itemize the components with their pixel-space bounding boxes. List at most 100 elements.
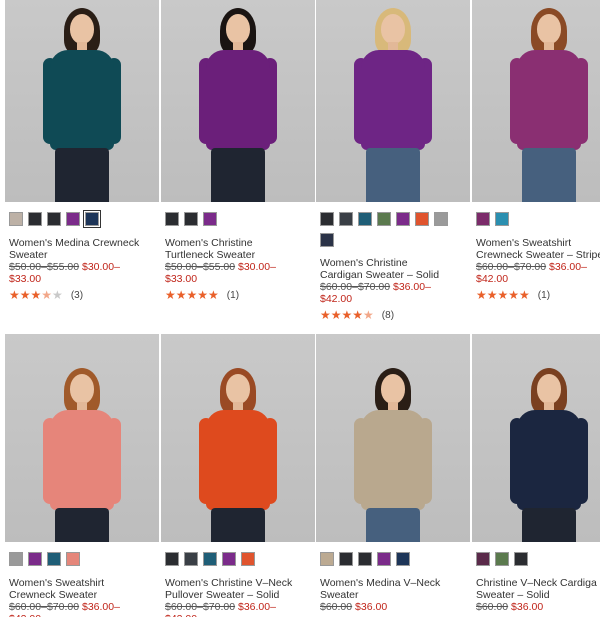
color-swatch[interactable] [358, 212, 372, 226]
color-swatch[interactable] [358, 552, 372, 566]
product-name-line1[interactable]: Women's Medina Crewneck [9, 237, 139, 249]
product-name-line1[interactable]: Women's Sweatshirt [476, 237, 571, 249]
color-swatch[interactable] [83, 210, 101, 228]
original-price: $60.00–$70.00 [320, 281, 391, 293]
color-swatch[interactable] [184, 212, 198, 226]
color-swatch[interactable] [339, 552, 353, 566]
product-name-line1[interactable]: Women's Christine V–Neck [165, 577, 292, 589]
product-name-line1[interactable]: Women's Christine [320, 257, 408, 269]
color-swatch[interactable] [320, 233, 334, 247]
product-card[interactable]: Women's Christine Cardigan Sweater – Soli… [316, 0, 470, 322]
star-rating[interactable]: ★★★★★ (1) [476, 288, 600, 302]
stars-icon: ★★★★★ [320, 308, 374, 322]
color-swatch[interactable] [495, 212, 509, 226]
color-swatch[interactable] [495, 552, 509, 566]
star-rating[interactable]: ★★★★★ (1) [165, 288, 315, 302]
product-name[interactable]: Women's Christine Cardigan Sweater – Soli… [320, 257, 470, 281]
color-swatch[interactable] [184, 552, 198, 566]
color-swatch[interactable] [415, 212, 429, 226]
product-name-line2[interactable]: Cardigan Sweater – Solid [320, 269, 439, 281]
color-swatch[interactable] [9, 212, 23, 226]
color-swatch[interactable] [203, 212, 217, 226]
product-name-line2[interactable]: Sweater [320, 589, 359, 601]
color-swatch[interactable] [514, 552, 528, 566]
product-price: $60.00 $36.00 [320, 601, 470, 613]
color-swatch[interactable] [47, 212, 61, 226]
product-card[interactable]: Women's Christine Turtleneck Sweater $50.0… [161, 0, 315, 302]
product-card[interactable]: Women's Sweatshirt Crewneck Sweater – Str… [472, 0, 600, 302]
color-swatch[interactable] [396, 552, 410, 566]
product-name-line2[interactable]: Sweater – Solid [476, 589, 550, 601]
color-swatch[interactable] [28, 212, 42, 226]
model-pants [211, 148, 265, 202]
product-name-line1[interactable]: Women's Sweatshirt [9, 577, 104, 589]
product-photo[interactable] [5, 0, 159, 202]
product-name-line1[interactable]: Women's Medina V–Neck [320, 577, 440, 589]
product-name-line2[interactable]: Pullover Sweater – Solid [165, 589, 279, 601]
product-card[interactable]: Women's Medina Crewneck Sweater $50.00–$55… [5, 0, 159, 302]
color-swatch[interactable] [28, 552, 42, 566]
model-pants [55, 508, 109, 542]
product-card[interactable]: Women's Christine V–Neck Pullover Sweater… [161, 334, 315, 617]
sale-price: $30.00– [238, 261, 276, 273]
product-name[interactable]: Christine V–Neck Cardiga Sweater – Solid [476, 577, 600, 601]
product-photo[interactable] [316, 0, 470, 202]
color-swatch[interactable] [396, 212, 410, 226]
color-swatch[interactable] [47, 552, 61, 566]
product-name[interactable]: Women's Medina V–Neck Sweater [320, 577, 470, 601]
product-name[interactable]: Women's Sweatshirt Crewneck Sweater – Str… [476, 237, 600, 261]
color-swatch[interactable] [66, 552, 80, 566]
product-name-line2[interactable]: Crewneck Sweater [9, 589, 97, 601]
color-swatch[interactable] [377, 552, 391, 566]
color-swatch[interactable] [320, 212, 334, 226]
review-count[interactable]: (1) [538, 290, 550, 301]
product-photo[interactable] [161, 0, 315, 202]
color-swatch[interactable] [434, 212, 448, 226]
review-count[interactable]: (8) [382, 310, 394, 321]
product-photo[interactable] [472, 0, 600, 202]
product-photo[interactable] [472, 334, 600, 542]
model-pants [55, 148, 109, 202]
product-name-line2[interactable]: Sweater [9, 249, 48, 261]
color-swatch[interactable] [476, 552, 490, 566]
product-name-line1[interactable]: Christine V–Neck Cardiga [476, 577, 597, 589]
product-name[interactable]: Women's Christine Turtleneck Sweater [165, 237, 315, 261]
sale-price-max: $33.00 [165, 273, 198, 285]
color-swatch[interactable] [377, 212, 391, 226]
color-swatch[interactable] [9, 552, 23, 566]
product-card[interactable]: Women's Medina V–Neck Sweater $60.00 $36.0… [316, 334, 470, 613]
product-grid: Women's Medina Crewneck Sweater $50.00–$55… [0, 0, 600, 617]
color-swatch[interactable] [241, 552, 255, 566]
product-card[interactable]: Women's Sweatshirt Crewneck Sweater $60.00… [5, 334, 159, 617]
product-card[interactable]: Christine V–Neck Cardiga Sweater – Solid $… [472, 334, 600, 613]
review-count[interactable]: (1) [227, 290, 239, 301]
color-swatch[interactable] [339, 212, 353, 226]
product-name[interactable]: Women's Medina Crewneck Sweater [9, 237, 159, 261]
color-swatch[interactable] [66, 212, 80, 226]
sale-price: $30.00– [82, 261, 120, 273]
sale-price-max: $33.00 [9, 273, 42, 285]
color-swatch[interactable] [203, 552, 217, 566]
color-swatch[interactable] [476, 212, 490, 226]
star-rating[interactable]: ★★★★★ (8) [320, 308, 470, 322]
review-count[interactable]: (3) [71, 290, 83, 301]
product-name[interactable]: Women's Christine V–Neck Pullover Sweater… [165, 577, 315, 601]
product-name-line1[interactable]: Women's Christine [165, 237, 253, 249]
sale-price: $36.00 [511, 601, 544, 613]
product-name-line2[interactable]: Crewneck Sweater – Stripe [476, 249, 600, 261]
product-photo[interactable] [5, 334, 159, 542]
model-pants [366, 508, 420, 542]
color-swatch[interactable] [165, 552, 179, 566]
original-price: $60.00 [320, 601, 353, 613]
color-swatch[interactable] [222, 552, 236, 566]
sweater [50, 410, 114, 510]
product-photo[interactable] [316, 334, 470, 542]
color-swatches [9, 210, 159, 228]
star-rating[interactable]: ★★★★★ (3) [9, 288, 159, 302]
product-name[interactable]: Women's Sweatshirt Crewneck Sweater [9, 577, 159, 601]
color-swatch[interactable] [165, 212, 179, 226]
product-photo[interactable] [161, 334, 315, 542]
product-name-line2[interactable]: Turtleneck Sweater [165, 249, 255, 261]
color-swatches [320, 552, 470, 568]
color-swatch[interactable] [320, 552, 334, 566]
